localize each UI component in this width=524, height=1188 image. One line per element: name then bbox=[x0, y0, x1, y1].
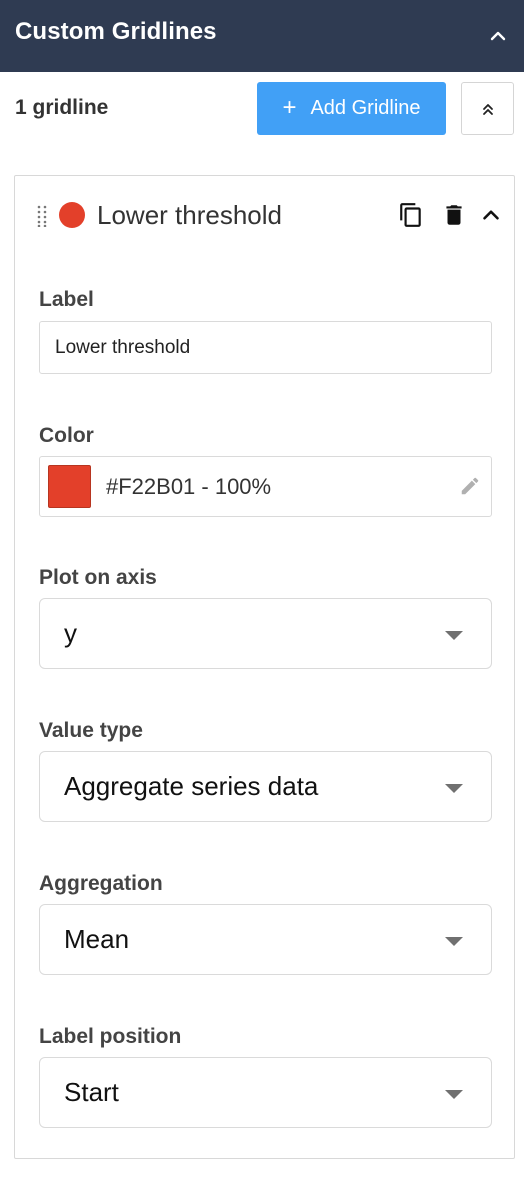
caret-down-icon bbox=[445, 937, 463, 946]
label-input[interactable]: Lower threshold bbox=[39, 321, 492, 374]
chevron-up-icon[interactable] bbox=[486, 24, 510, 48]
color-picker-field[interactable]: #F22B01 - 100% bbox=[39, 456, 492, 517]
label-field-label: Label bbox=[39, 288, 94, 311]
collapse-all-button[interactable] bbox=[461, 82, 514, 135]
gridline-color-dot bbox=[59, 202, 85, 228]
gridline-title[interactable]: Lower threshold bbox=[97, 200, 282, 231]
pencil-icon[interactable] bbox=[459, 475, 481, 497]
gridline-card: Lower threshold Label Lower threshold Co… bbox=[14, 175, 515, 1159]
label-position-select[interactable]: Start bbox=[39, 1057, 492, 1128]
value-type-select[interactable]: Aggregate series data bbox=[39, 751, 492, 822]
aggregation-field-label: Aggregation bbox=[39, 872, 163, 895]
chevron-up-icon[interactable] bbox=[478, 202, 504, 228]
axis-select[interactable]: y bbox=[39, 598, 492, 669]
caret-down-icon bbox=[445, 1090, 463, 1099]
label-position-field-label: Label position bbox=[39, 1025, 182, 1048]
caret-down-icon bbox=[445, 631, 463, 640]
aggregation-select[interactable]: Mean bbox=[39, 904, 492, 975]
aggregation-select-value: Mean bbox=[64, 924, 130, 954]
axis-select-value: y bbox=[64, 618, 77, 648]
color-value: #F22B01 - 100% bbox=[106, 474, 272, 499]
drag-handle-icon[interactable] bbox=[36, 205, 48, 227]
label-position-select-value: Start bbox=[64, 1077, 119, 1107]
plus-icon: + bbox=[282, 93, 297, 121]
add-gridline-button[interactable]: + Add Gridline bbox=[257, 82, 446, 135]
color-swatch[interactable] bbox=[48, 465, 91, 508]
copy-icon[interactable] bbox=[398, 202, 424, 228]
caret-down-icon bbox=[445, 784, 463, 793]
value-type-field-label: Value type bbox=[39, 719, 143, 742]
double-chevron-up-icon bbox=[482, 103, 493, 115]
gridline-count: 1 gridline bbox=[15, 96, 109, 119]
panel-header[interactable]: Custom Gridlines bbox=[0, 0, 524, 72]
panel-title: Custom Gridlines bbox=[15, 18, 217, 45]
axis-field-label: Plot on axis bbox=[39, 566, 157, 589]
add-gridline-label: Add Gridline bbox=[310, 97, 421, 119]
trash-icon[interactable] bbox=[441, 202, 467, 228]
value-type-select-value: Aggregate series data bbox=[64, 771, 319, 801]
color-field-label: Color bbox=[39, 424, 94, 447]
